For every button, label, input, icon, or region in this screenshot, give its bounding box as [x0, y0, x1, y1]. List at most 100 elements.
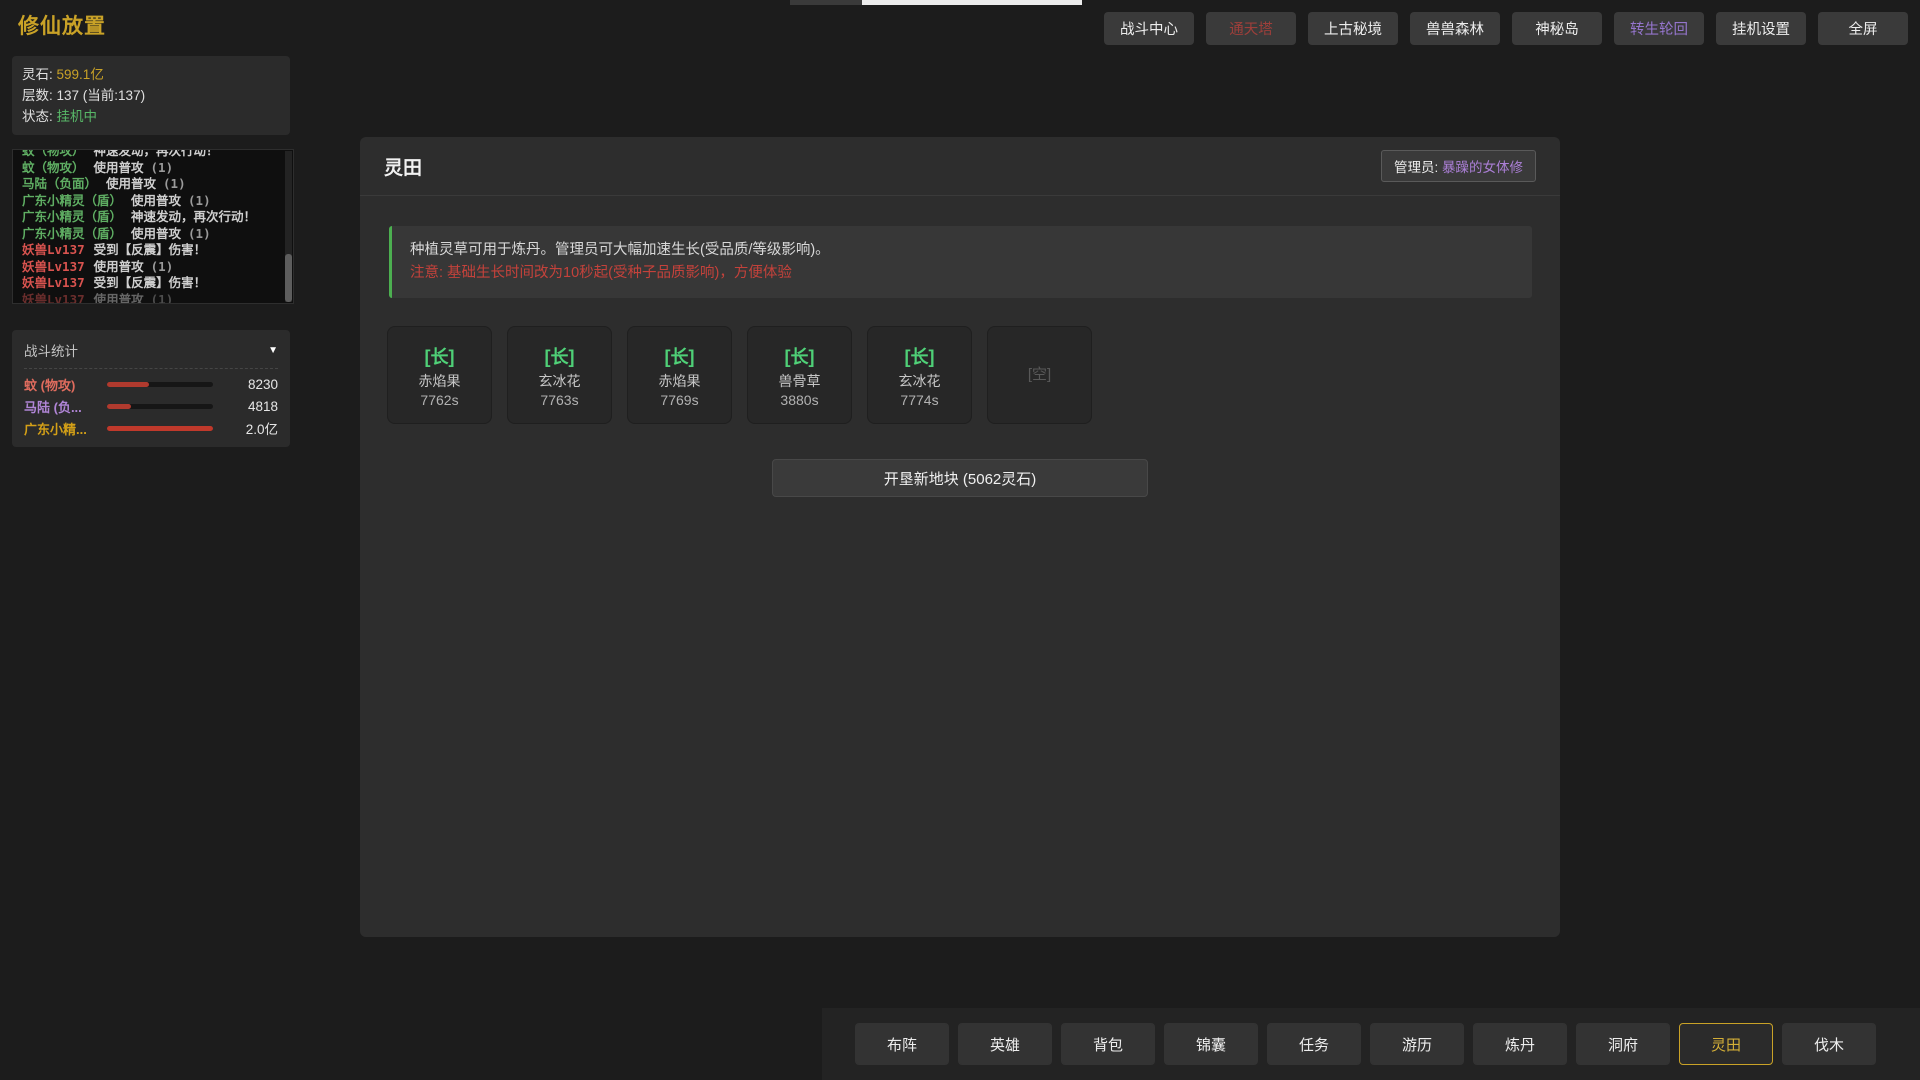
player-status-box: 灵石: 599.1亿 层数: 137 (当前:137) 状态: 挂机中 — [12, 56, 290, 135]
battle-log-line: 广东小精灵（盾）神速发动，再次行动！ — [22, 209, 284, 226]
top-nav-button[interactable]: 转生轮回 — [1614, 12, 1704, 45]
stats-unit-name: 蚊 (物攻) — [24, 375, 98, 394]
log-action-text: 使用普攻 — [94, 292, 144, 305]
field-info-box: 种植灵草可用于炼丹。管理员可大幅加速生长(受品质/等级影响)。 注意: 基础生长… — [389, 226, 1532, 298]
bottom-nav-button[interactable]: 锦囊 — [1164, 1023, 1258, 1065]
bottom-nav-button[interactable]: 炼丹 — [1473, 1023, 1567, 1065]
battle-stats-header: 战斗统计 ▼ — [24, 340, 278, 369]
panel-header: 灵田 管理员: 暴躁的女体修 — [360, 137, 1560, 196]
log-action-text: 使用普攻 — [106, 176, 156, 191]
reclaim-plot-button[interactable]: 开垦新地块 (5062灵石) — [772, 459, 1148, 497]
log-unit-name: 蚊（物攻） — [22, 160, 85, 175]
plot-crop-name: 赤焰果 — [419, 371, 461, 391]
log-action-text: 使用普攻 — [94, 259, 144, 274]
spirit-stone-row: 灵石: 599.1亿 — [22, 64, 280, 85]
top-scrollbar-thumb[interactable] — [862, 0, 1082, 5]
field-plot[interactable]: [长] 玄冰花 7774s — [867, 326, 972, 424]
admin-badge[interactable]: 管理员: 暴躁的女体修 — [1381, 150, 1536, 182]
log-action-text: 受到【反震】伤害！ — [94, 275, 207, 290]
field-plot[interactable]: [空] — [987, 326, 1092, 424]
log-hit-count: (1) — [151, 160, 174, 175]
bottom-nav-button[interactable]: 布阵 — [855, 1023, 949, 1065]
left-column: 灵石: 599.1亿 层数: 137 (当前:137) 状态: 挂机中 蚊（物攻… — [12, 56, 294, 447]
plot-time-remaining: 7774s — [900, 392, 938, 408]
damage-bar-fill — [107, 404, 131, 409]
log-action-text: 神速发动，再次行动！ — [94, 149, 219, 158]
log-unit-name: 妖兽Lv137 — [22, 275, 85, 290]
field-info-line2: 注意: 基础生长时间改为10秒起(受种子品质影响)，方便体验 — [410, 262, 1514, 285]
log-hit-count: (1) — [188, 226, 211, 241]
top-nav-button[interactable]: 上古秘境 — [1308, 12, 1398, 45]
panel-title: 灵田 — [384, 153, 422, 180]
collapse-caret-icon[interactable]: ▼ — [268, 345, 278, 356]
log-action-text: 使用普攻 — [131, 226, 181, 241]
log-unit-name: 马陆（负面） — [22, 176, 97, 191]
spirit-stone-label: 灵石: — [22, 67, 53, 82]
field-plot[interactable]: [长] 玄冰花 7763s — [507, 326, 612, 424]
battle-stats-row: 马陆 (负... 4818 — [24, 395, 278, 417]
log-unit-name: 广东小精灵（盾） — [22, 193, 122, 208]
log-hit-count: (1) — [188, 193, 211, 208]
damage-bar — [107, 426, 213, 431]
bottom-nav-button[interactable]: 背包 — [1061, 1023, 1155, 1065]
bottom-nav-button[interactable]: 游历 — [1370, 1023, 1464, 1065]
bottom-nav-button[interactable]: 英雄 — [958, 1023, 1052, 1065]
top-nav-button[interactable]: 挂机设置 — [1716, 12, 1806, 45]
state-value: 挂机中 — [57, 109, 98, 124]
log-unit-name: 广东小精灵（盾） — [22, 226, 122, 241]
log-scrollbar-thumb[interactable] — [285, 254, 292, 302]
log-action-text: 使用普攻 — [94, 160, 144, 175]
field-plot[interactable]: [长] 兽骨草 3880s — [747, 326, 852, 424]
field-info-line1: 种植灵草可用于炼丹。管理员可大幅加速生长(受品质/等级影响)。 — [410, 239, 1514, 262]
field-plot[interactable]: [长] 赤焰果 7762s — [387, 326, 492, 424]
floor-row: 层数: 137 (当前:137) — [22, 85, 280, 106]
battle-log-line: 妖兽Lv137 受到【反震】伤害！ — [22, 275, 284, 292]
admin-label: 管理员: — [1394, 160, 1438, 175]
damage-value: 2.0亿 — [222, 418, 278, 438]
battle-log-line: 马陆（负面）使用普攻(1) — [22, 176, 284, 193]
battle-log-panel[interactable]: 蚊（物攻）神速发动，再次行动！ 蚊（物攻）使用普攻(1) 马陆（负面）使用普攻(… — [12, 149, 294, 304]
damage-value: 8230 — [222, 377, 278, 392]
bottom-nav-button[interactable]: 洞府 — [1576, 1023, 1670, 1065]
battle-stats-row: 广东小精... 2.0亿 — [24, 417, 278, 439]
battle-log-lines: 蚊（物攻）神速发动，再次行动！ 蚊（物攻）使用普攻(1) 马陆（负面）使用普攻(… — [22, 149, 284, 304]
plot-growth-state: [长] — [785, 343, 815, 369]
field-plot[interactable]: [长] 赤焰果 7769s — [627, 326, 732, 424]
bottom-nav: 布阵 英雄 背包 锦囊 任务 游历 炼丹 洞府 灵田 伐木 — [822, 1008, 1920, 1080]
plot-growth-state: [长] — [905, 343, 935, 369]
floor-value: 137 (当前:137) — [57, 88, 146, 103]
bottom-nav-button[interactable]: 伐木 — [1782, 1023, 1876, 1065]
top-nav-button[interactable]: 战斗中心 — [1104, 12, 1194, 45]
plot-crop-name: 玄冰花 — [899, 371, 941, 391]
state-row: 状态: 挂机中 — [22, 106, 280, 127]
bottom-nav-button[interactable]: 灵田 — [1679, 1023, 1773, 1065]
floor-label: 层数: — [22, 88, 53, 103]
spirit-stone-value: 599.1亿 — [57, 67, 104, 82]
battle-log-line: 广东小精灵（盾） 使用普攻 (1) — [22, 226, 284, 243]
top-nav-button[interactable]: 兽兽森林 — [1410, 12, 1500, 45]
top-nav-button[interactable]: 神秘岛 — [1512, 12, 1602, 45]
log-action-text: 使用普攻 — [131, 193, 181, 208]
top-nav-button[interactable]: 全屏 — [1818, 12, 1908, 45]
stats-unit-name: 马陆 (负... — [24, 397, 98, 416]
plot-time-remaining: 7769s — [660, 392, 698, 408]
plot-time-remaining: 7762s — [420, 392, 458, 408]
plot-growth-state: [长] — [425, 343, 455, 369]
stats-unit-name: 广东小精... — [24, 419, 98, 438]
bottom-nav-button[interactable]: 任务 — [1267, 1023, 1361, 1065]
battle-log-line: 蚊（物攻） 使用普攻 (1) — [22, 160, 284, 177]
battle-stats-row: 蚊 (物攻) 8230 — [24, 373, 278, 395]
battle-log-line: 妖兽Lv137 使用普攻 (1) — [22, 259, 284, 276]
top-nav-button[interactable]: 通天塔 — [1206, 12, 1296, 45]
log-action-text: 受到【反震】伤害！ — [94, 242, 207, 257]
plot-grid: [长] 赤焰果 7762s [长] 玄冰花 7763s [长] 赤焰果 7769… — [387, 326, 1560, 424]
plot-time-remaining: 3880s — [780, 392, 818, 408]
battle-log-line: 蚊（物攻） 神速发动，再次行动！ — [22, 149, 284, 160]
log-unit-name: 蚊（物攻） — [22, 149, 85, 158]
plot-growth-state: [长] — [545, 343, 575, 369]
plot-growth-state: [空] — [1028, 363, 1051, 384]
log-hit-count: (1) — [151, 259, 174, 274]
battle-log-line: 广东小精灵（盾） 使用普攻 (1) — [22, 193, 284, 210]
log-unit-name: 妖兽Lv137 — [22, 259, 85, 274]
state-label: 状态: — [22, 109, 53, 124]
